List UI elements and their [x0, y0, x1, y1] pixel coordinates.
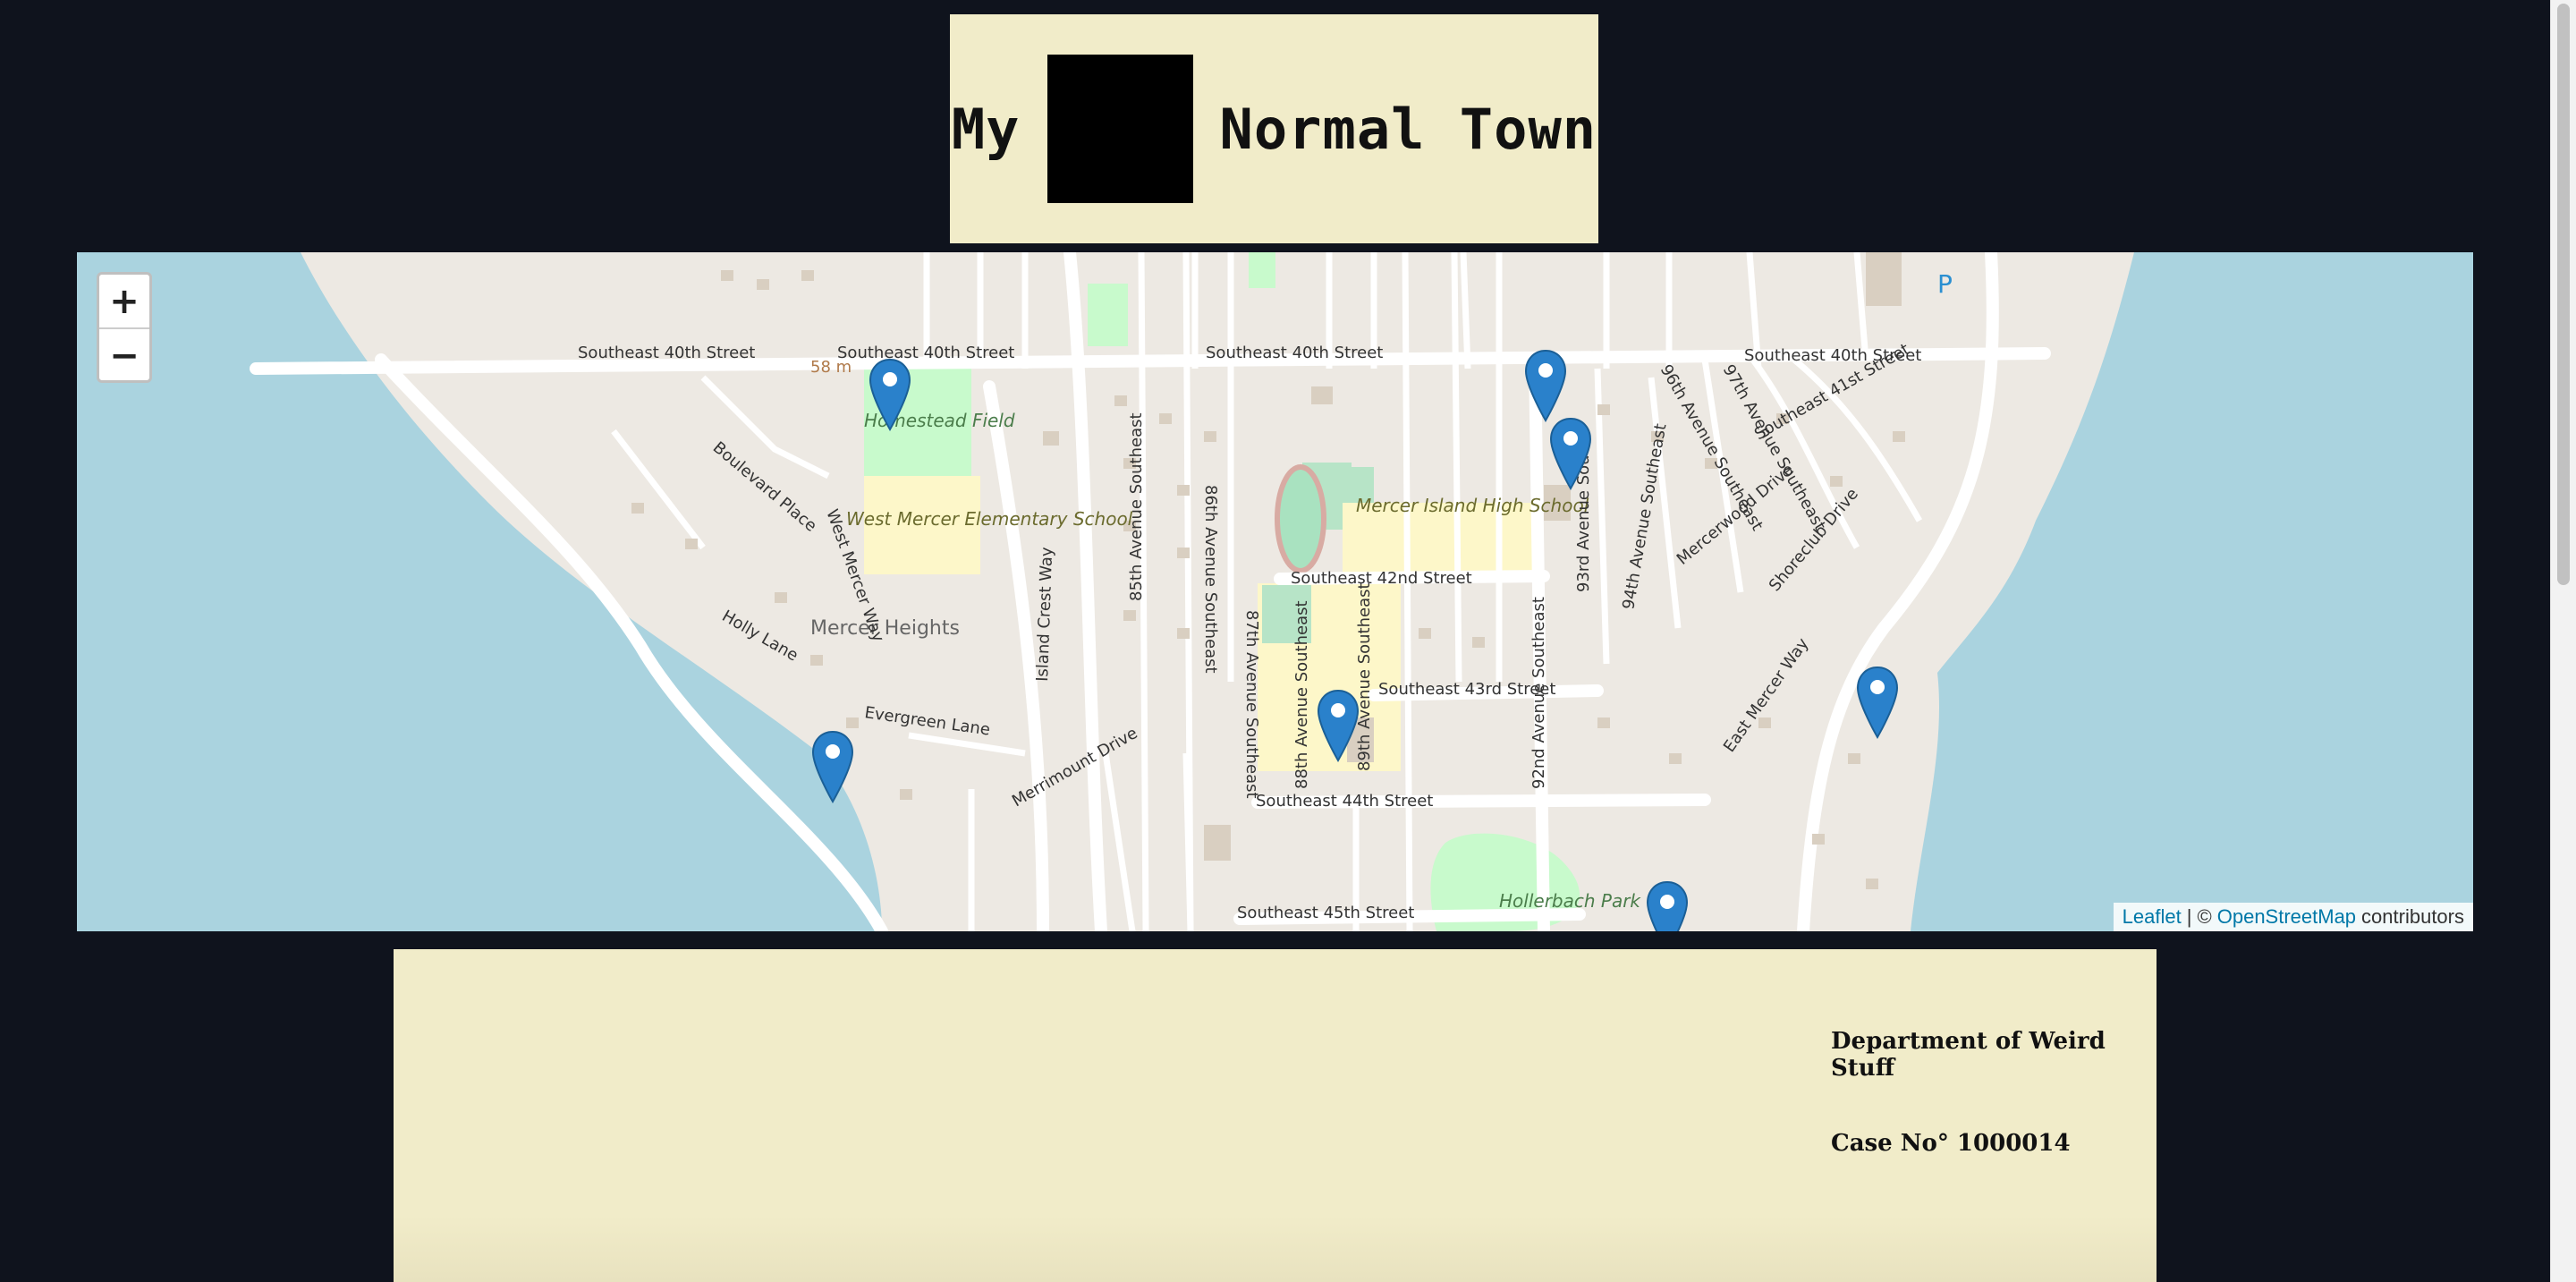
page-scrollbar[interactable]: [2550, 0, 2576, 1282]
zoom-control: + −: [97, 272, 152, 383]
label-se40-e: Southeast 40th Street: [1206, 344, 1383, 362]
case-report-panel: Department of Weird Stuff Case No° 10000…: [394, 949, 2157, 1282]
label-se40-w: Southeast 40th Street: [578, 344, 755, 362]
map-attribution: Leaflet | © OpenStreetMap contributors: [2113, 903, 2473, 931]
map-marker-pin-icon[interactable]: [1548, 417, 1593, 490]
label-ave87: 87th Avenue Southeast: [1242, 610, 1261, 799]
label-elevation: 58 m: [810, 358, 852, 377]
scrollbar-thumb[interactable]: [2557, 4, 2570, 585]
label-hollerbach: Hollerbach Park: [1499, 890, 1641, 912]
map-view[interactable]: Southeast 40th Street Southeast 40th Str…: [77, 252, 2473, 931]
redacted-block: [1046, 55, 1193, 203]
case-number: Case No° 1000014: [1831, 1130, 2071, 1157]
map-marker-pin-icon[interactable]: [1523, 349, 1568, 422]
map-marker-pin-icon[interactable]: [1855, 666, 1900, 739]
attribution-separator: | ©: [2186, 905, 2212, 928]
label-ave88: 88th Avenue Southeast: [1292, 600, 1311, 789]
label-ave86: 86th Avenue Southeast: [1201, 485, 1220, 674]
zoom-in-button[interactable]: +: [99, 275, 149, 327]
label-mercer-high: Mercer Island High School: [1356, 495, 1589, 516]
map-marker-pin-icon[interactable]: [1645, 880, 1690, 931]
title-word-normal-town: Normal Town: [1219, 96, 1597, 162]
map-marker-pin-icon[interactable]: [868, 358, 912, 431]
attribution-suffix: contributors: [2361, 905, 2464, 928]
label-ave92: 92nd Avenue Southeast: [1530, 597, 1548, 789]
map-marker-pin-icon[interactable]: [810, 730, 855, 803]
label-west-mercer-school: West Mercer Elementary School: [846, 508, 1133, 530]
label-parking: P: [1937, 269, 1953, 299]
zoom-out-button[interactable]: −: [99, 327, 149, 380]
map-tiles: Southeast 40th Street Southeast 40th Str…: [77, 252, 2473, 931]
label-se44: Southeast 44th Street: [1256, 792, 1433, 811]
title-word-my: My: [951, 96, 1021, 162]
department-name: Department of Weird Stuff: [1831, 1028, 2106, 1082]
label-ave85: 85th Avenue Southeast: [1127, 412, 1146, 601]
leaflet-link[interactable]: Leaflet: [2123, 905, 2182, 929]
map-marker-pin-icon[interactable]: [1316, 689, 1360, 762]
label-se40-mid: Southeast 40th Street: [837, 344, 1014, 362]
openstreetmap-link[interactable]: OpenStreetMap: [2217, 905, 2356, 929]
site-header: My Normal Town: [950, 14, 1598, 243]
label-se42: Southeast 42nd Street: [1291, 569, 1472, 588]
label-se45: Southeast 45th Street: [1237, 904, 1414, 922]
